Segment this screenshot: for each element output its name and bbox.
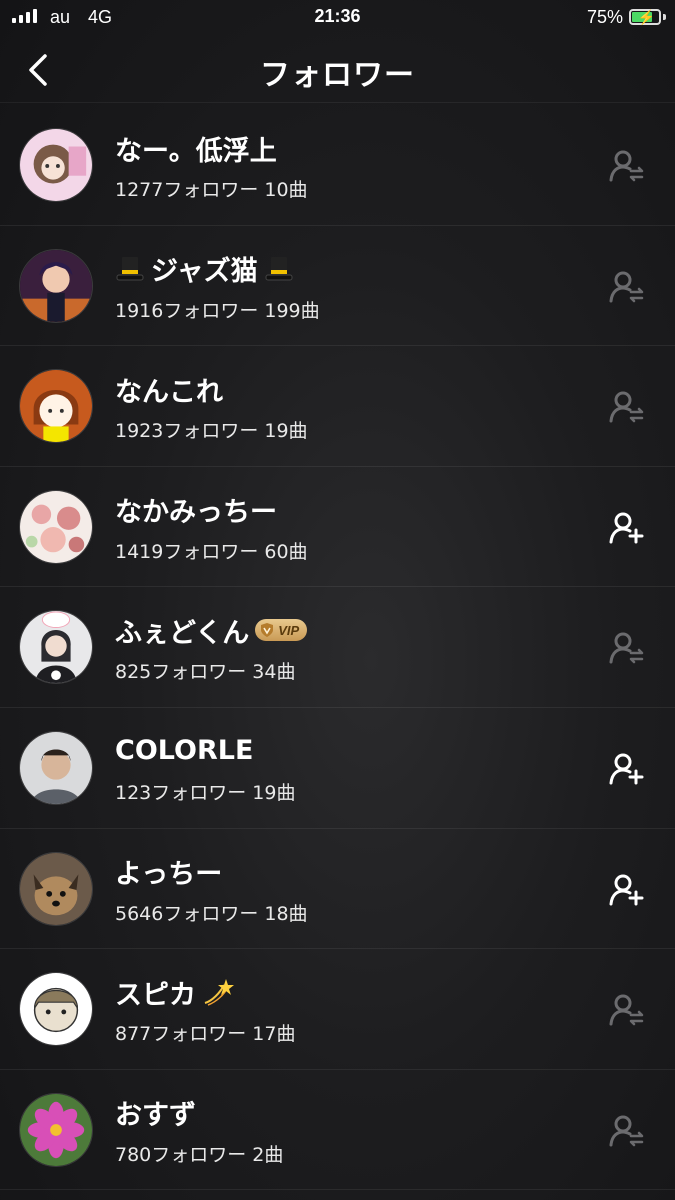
follower-list: なー。低浮上 1277フォロワー10曲 ジャズ猫 1916フォロワー199曲 xyxy=(0,105,675,1191)
song-count: 2曲 xyxy=(252,1143,284,1166)
follower-count: 780フォロワー xyxy=(115,1143,247,1166)
follower-count: 5646フォロワー xyxy=(115,902,259,925)
avatar[interactable] xyxy=(19,248,93,323)
status-time: 21:36 xyxy=(314,6,361,26)
mutual-follow-button[interactable] xyxy=(609,993,645,1027)
user-stats: 123フォロワー 19曲 xyxy=(115,778,301,805)
user-mutual-icon xyxy=(609,150,644,182)
navigation-header: フォロワー xyxy=(0,36,675,102)
mutual-follow-button[interactable] xyxy=(609,631,645,665)
user-name: なんこれ xyxy=(115,376,223,408)
user-name: ジャズ猫 xyxy=(151,256,258,288)
vip-shield-icon xyxy=(261,623,274,638)
avatar[interactable] xyxy=(19,489,93,564)
song-count: 18曲 xyxy=(264,902,308,925)
battery-cap xyxy=(663,14,666,20)
follower-row[interactable]: なかみっちー 1419フォロワー 60曲 xyxy=(0,467,675,588)
user-mutual-icon xyxy=(609,271,644,303)
user-mutual-icon xyxy=(609,994,644,1026)
follower-row[interactable]: ジャズ猫 1916フォロワー 199曲 xyxy=(0,226,675,347)
top-hat-icon xyxy=(116,256,144,281)
user-stats: 1916フォロワー 199曲 xyxy=(115,296,326,323)
user-name: おすず xyxy=(115,1100,196,1132)
avatar[interactable] xyxy=(19,972,93,1047)
charging-bolt-icon: ⚡ xyxy=(637,9,655,25)
avatar[interactable] xyxy=(19,128,93,202)
user-name: なー。低浮上 xyxy=(115,135,277,167)
mutual-follow-button[interactable] xyxy=(609,149,645,183)
follower-count: 1916フォロワー xyxy=(115,299,259,322)
song-count: 17曲 xyxy=(252,1023,296,1046)
mutual-follow-button[interactable] xyxy=(609,1114,645,1148)
follower-count: 123フォロワー xyxy=(115,781,247,804)
avatar[interactable] xyxy=(19,610,93,685)
avatar[interactable] xyxy=(19,369,93,444)
user-add-icon xyxy=(609,753,644,785)
mutual-follow-button[interactable] xyxy=(609,270,645,304)
follower-row[interactable]: よっちー 5646フォロワー 18曲 xyxy=(0,829,675,950)
follower-row[interactable]: なんこれ 1923フォロワー 19曲 xyxy=(0,346,675,467)
header-divider xyxy=(0,102,675,103)
user-add-icon xyxy=(609,512,644,544)
follow-button[interactable] xyxy=(609,873,645,907)
song-count: 199曲 xyxy=(264,299,320,322)
top-hat-icon xyxy=(265,256,293,281)
vip-badge: VIP xyxy=(255,619,308,642)
status-bar: au 4G 21:36 75% ⚡ xyxy=(0,0,675,36)
follow-button[interactable] xyxy=(609,511,645,545)
follower-count: 1277フォロワー xyxy=(115,179,259,201)
follow-button[interactable] xyxy=(609,752,645,786)
user-mutual-icon xyxy=(609,1115,644,1147)
user-name: COLORLE xyxy=(115,735,254,767)
battery-percent: 75% xyxy=(586,7,623,27)
user-stats: 877フォロワー 17曲 xyxy=(115,1019,301,1046)
follower-row[interactable]: COLORLE 123フォロワー 19曲 xyxy=(0,708,675,829)
follower-count: 1923フォロワー xyxy=(115,420,259,443)
dizzy-star-icon xyxy=(204,979,234,1006)
avatar[interactable] xyxy=(19,851,93,926)
follower-row[interactable]: おすず 780フォロワー 2曲 xyxy=(0,1070,675,1191)
song-count: 19曲 xyxy=(252,781,296,804)
user-name: ふぇどくん xyxy=(115,617,250,649)
follower-count: 1419フォロワー xyxy=(115,540,259,563)
user-mutual-icon xyxy=(609,391,644,423)
song-count: 10曲 xyxy=(264,179,308,201)
user-stats: 5646フォロワー 18曲 xyxy=(115,899,314,926)
follower-row[interactable]: なー。低浮上 1277フォロワー 10曲 xyxy=(0,105,675,226)
user-stats: 1923フォロワー 19曲 xyxy=(115,416,314,443)
song-count: 19曲 xyxy=(264,420,308,443)
vip-label: VIP xyxy=(278,622,300,638)
user-stats: 780フォロワー 2曲 xyxy=(115,1140,289,1167)
follower-row[interactable]: ふぇどくん VIP 825フォロワー 34曲 xyxy=(0,587,675,708)
follower-row[interactable]: スピカ 877フォロワー 17曲 xyxy=(0,949,675,1070)
page-title: フォロワー xyxy=(260,58,415,93)
follower-count: 877フォロワー xyxy=(115,1023,247,1046)
avatar[interactable] xyxy=(19,730,93,805)
song-count: 34曲 xyxy=(252,661,296,684)
user-stats: 825フォロワー 34曲 xyxy=(115,657,301,684)
user-mutual-icon xyxy=(609,632,644,664)
song-count: 60曲 xyxy=(264,540,308,563)
user-name: よっちー xyxy=(115,859,223,891)
user-add-icon xyxy=(609,874,644,906)
user-name: スピカ xyxy=(115,979,196,1011)
user-stats: 1277フォロワー 10曲 xyxy=(115,175,314,202)
avatar[interactable] xyxy=(19,1092,93,1167)
mutual-follow-button[interactable] xyxy=(609,390,645,424)
user-stats: 1419フォロワー 60曲 xyxy=(115,537,314,564)
follower-count: 825フォロワー xyxy=(115,661,247,684)
user-name: なかみっちー xyxy=(115,497,277,529)
